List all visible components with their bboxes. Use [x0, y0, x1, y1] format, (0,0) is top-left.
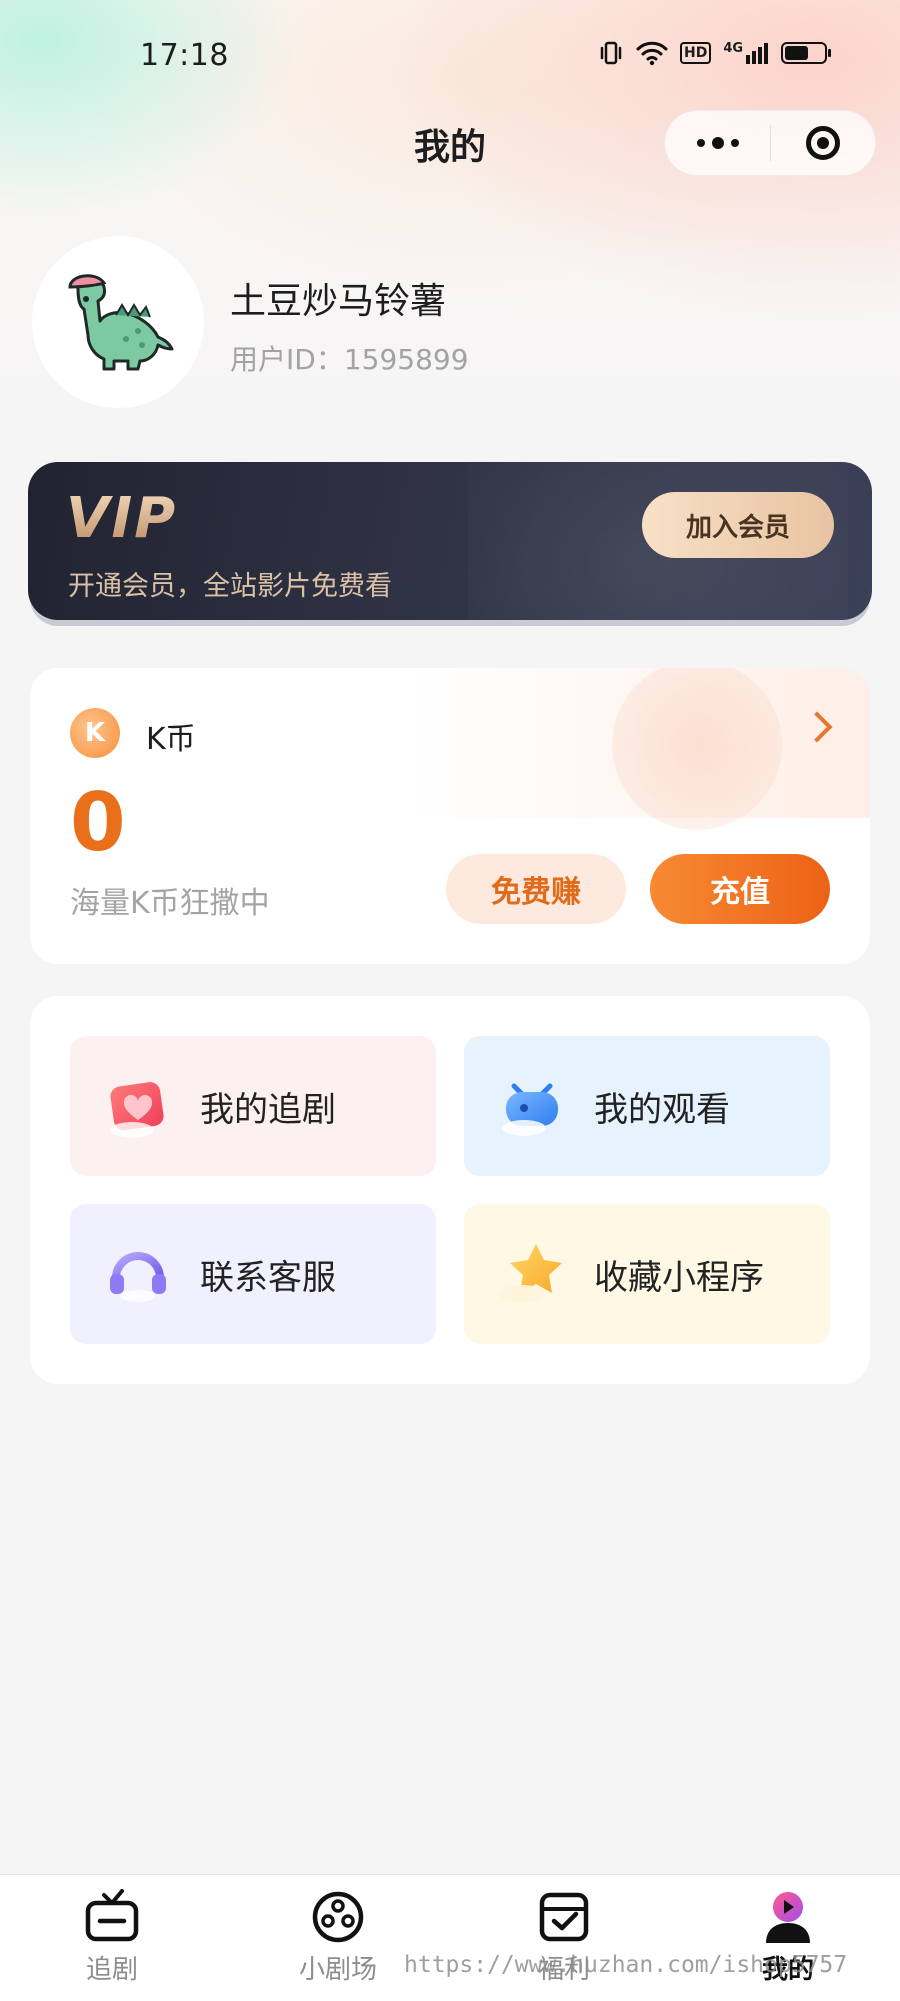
- more-button[interactable]: [665, 111, 770, 175]
- battery-icon: [781, 42, 832, 64]
- close-button[interactable]: [771, 111, 875, 175]
- heart-icon: [98, 1066, 178, 1146]
- watch-icon: [492, 1066, 572, 1146]
- menu-item-my-watch[interactable]: 我的观看: [464, 1036, 830, 1176]
- tab-bar: 追剧 小剧场 福利 我的: [0, 1874, 900, 2001]
- mini-program-capsule: [664, 110, 876, 176]
- menu-item-label: 我的追剧: [200, 1089, 336, 1130]
- tab-mini-theater[interactable]: 小剧场: [258, 1889, 418, 1986]
- user-play-icon: [766, 1892, 810, 1943]
- avatar[interactable]: [32, 236, 204, 408]
- star-icon: [492, 1234, 572, 1314]
- tab-drama[interactable]: 追剧: [32, 1889, 192, 1986]
- network-type-label: 4G: [723, 41, 744, 56]
- tab-label: 追剧: [85, 1955, 138, 1985]
- wifi-icon: [636, 41, 668, 66]
- more-dots-icon: [696, 139, 705, 147]
- recharge-button[interactable]: 充值: [650, 854, 830, 924]
- hd-badge: HD: [680, 42, 712, 64]
- menu-item-label: 我的观看: [594, 1089, 730, 1130]
- earn-free-button[interactable]: 免费赚: [446, 854, 626, 924]
- user-id: 用户ID：1595899: [230, 343, 469, 376]
- gift-icon: [539, 1892, 589, 1942]
- tab-label: 小剧场: [298, 1955, 377, 1985]
- join-vip-button[interactable]: 加入会员: [642, 492, 834, 558]
- menu-item-label: 联系客服: [200, 1257, 336, 1298]
- coin-label: K币: [146, 722, 196, 757]
- battery-fill: [785, 46, 808, 60]
- status-icons: HD 4G: [598, 40, 832, 66]
- tv-icon: [85, 1889, 139, 1942]
- more-dots-icon: [711, 137, 724, 149]
- chevron-right-icon[interactable]: [801, 711, 833, 743]
- coin-description: 海量K币狂撒中: [70, 886, 270, 921]
- close-target-icon: [806, 126, 840, 160]
- vip-card[interactable]: VIP 开通会员，全站影片免费看 加入会员: [28, 462, 872, 620]
- menu-card: 我的追剧 我的观看 联系客服 收藏小程序: [30, 996, 870, 1384]
- k-coin-icon: K: [70, 708, 120, 758]
- film-reel-icon: [312, 1891, 364, 1943]
- headset-icon: [98, 1234, 178, 1314]
- vibrate-icon: [600, 41, 622, 65]
- signal-bars-icon: [746, 43, 769, 64]
- menu-item-my-series[interactable]: 我的追剧: [70, 1036, 436, 1176]
- dinosaur-avatar-icon: [68, 274, 174, 371]
- coin-card: K K币 0 海量K币狂撒中 免费赚 充值: [30, 668, 870, 964]
- more-dots-icon: [730, 139, 739, 147]
- vip-subtitle: 开通会员，全站影片免费看: [68, 571, 392, 602]
- signal-4g: 4G: [723, 41, 769, 65]
- vip-logo: VIP: [66, 486, 178, 551]
- menu-item-customer-service[interactable]: 联系客服: [70, 1204, 436, 1344]
- menu-item-favorite-mini-program[interactable]: 收藏小程序: [464, 1204, 830, 1344]
- status-time: 17:18: [140, 38, 229, 73]
- watermark: https://www.huzhan.com/ishop5757: [404, 1952, 848, 1978]
- coin-balance: 0: [70, 776, 126, 869]
- username: 土豆炒马铃薯: [230, 281, 447, 322]
- coin-background-decoration: [612, 668, 782, 830]
- k-coin-icon-letter: K: [84, 718, 106, 748]
- menu-item-label: 收藏小程序: [594, 1257, 764, 1298]
